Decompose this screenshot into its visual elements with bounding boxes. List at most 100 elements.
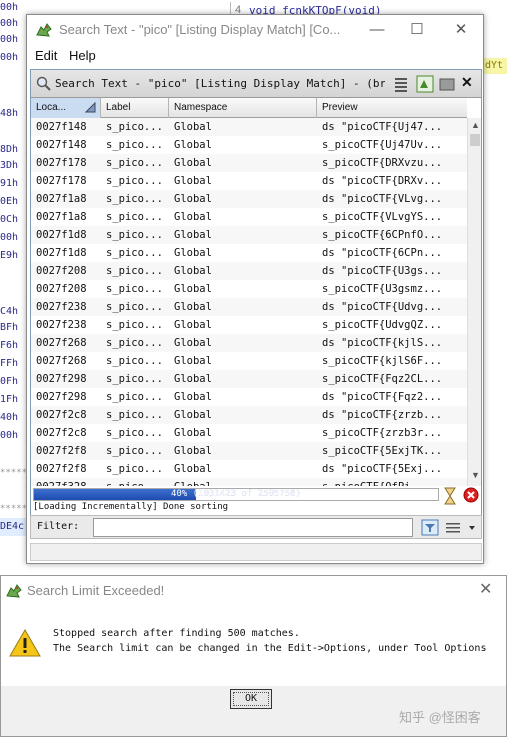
cancel-task-icon[interactable] [463, 487, 479, 503]
cell-label: s_pico... [106, 373, 163, 385]
address-fragment: 00h [0, 34, 19, 45]
cell-preview: ds "picoCTF{kjlS... [322, 337, 443, 349]
progress-status: [Loading Incrementally] Done sorting [33, 502, 229, 512]
address-fragment: 1Fh [0, 394, 19, 405]
column-label[interactable]: Label [101, 98, 169, 118]
cell-namespace: Global [174, 427, 212, 439]
window-titlebar[interactable]: Search Text - "pico" [Listing Display Ma… [27, 15, 483, 45]
cell-namespace: Global [174, 229, 212, 241]
table-row[interactable]: 0027f238 s_pico... Global s_picoCTF{UdvgQZ.… [31, 316, 467, 334]
table-row[interactable]: 0027f238 s_pico... Global ds "picoCTF{Udvg.… [31, 298, 467, 316]
panel-title: Search Text - "pico" [Listing Display Ma… [55, 77, 385, 90]
search-limit-dialog: Search Limit Exceeded! ✕ Stopped search … [0, 575, 507, 737]
dialog-message-line1: Stopped search after finding 500 matches… [53, 628, 300, 639]
column-location[interactable]: Loca... [31, 98, 101, 118]
cell-label: s_pico... [106, 247, 163, 259]
table-row[interactable]: 0027f298 s_pico... Global s_picoCTF{Fqz2CL.… [31, 370, 467, 388]
dialog-body: Stopped search after finding 500 matches… [1, 604, 506, 686]
table-row[interactable]: 0027f2c8 s_pico... Global s_picoCTF{zrzb3r.… [31, 424, 467, 442]
cell-preview: s_picoCTF{VLvgYS... [322, 211, 443, 223]
cell-location: 0027f2c8 [36, 427, 87, 439]
table-row[interactable]: 0027f298 s_pico... Global ds "picoCTF{Fqz2.… [31, 388, 467, 406]
dialog-title: Search Limit Exceeded! [27, 583, 165, 598]
cell-label: s_pico... [106, 409, 163, 421]
cell-namespace: Global [174, 355, 212, 367]
table-row[interactable]: 0027f2f8 s_pico... Global ds "picoCTF{5Exj.… [31, 460, 467, 478]
address-fragment: 3Dh [0, 160, 19, 171]
filter-settings-icon[interactable] [445, 520, 479, 535]
search-text-window: Search Text - "pico" [Listing Display Ma… [26, 14, 484, 564]
scroll-up-icon[interactable]: ▲ [471, 120, 480, 130]
cell-location: 0027f148 [36, 121, 87, 133]
table-row[interactable]: 0027f2c8 s_pico... Global ds "picoCTF{zrzb.… [31, 406, 467, 424]
table-row[interactable]: 0027f268 s_pico... Global ds "picoCTF{kjlS.… [31, 334, 467, 352]
panel-close-button[interactable]: ✕ [461, 74, 473, 91]
cell-preview: s_picoCTF{5ExjTK... [322, 445, 443, 457]
cell-location: 0027f2f8 [36, 445, 87, 457]
scrollbar-thumb[interactable] [470, 134, 480, 146]
cell-location: 0027f238 [36, 319, 87, 331]
panel-header: Search Text - "pico" [Listing Display Ma… [31, 70, 481, 98]
cell-preview: s_picoCTF{UdvgQZ... [322, 319, 443, 331]
cell-label: s_pico... [106, 463, 163, 475]
cell-label: s_pico... [106, 301, 163, 313]
address-fragment: E9h [0, 250, 19, 261]
menu-help[interactable]: Help [69, 48, 96, 63]
table-row[interactable]: 0027f1d8 s_pico... Global ds "picoCTF{6CPn.… [31, 244, 467, 262]
cell-location: 0027f1d8 [36, 247, 87, 259]
hourglass-icon [444, 487, 456, 505]
table-row[interactable]: 0027f2f8 s_pico... Global s_picoCTF{5ExjTK.… [31, 442, 467, 460]
cell-label: s_pico... [106, 319, 163, 331]
column-namespace[interactable]: Namespace [169, 98, 317, 118]
cell-preview: s_picoCTF{U3gsmz... [322, 283, 443, 295]
table-row[interactable]: 0027f148 s_pico... Global ds "picoCTF{Uj47.… [31, 118, 467, 136]
table-row[interactable]: 0027f1a8 s_pico... Global ds "picoCTF{VLvg.… [31, 190, 467, 208]
cell-namespace: Global [174, 211, 212, 223]
cell-preview: s_picoCTF{zrzb3r... [322, 427, 443, 439]
filter-label: Filter: [37, 521, 80, 532]
cell-namespace: Global [174, 373, 212, 385]
table-row[interactable]: 0027f148 s_pico... Global s_picoCTF{Uj47Uv.… [31, 136, 467, 154]
dialog-close-button[interactable]: ✕ [479, 579, 492, 599]
cell-namespace: Global [174, 319, 212, 331]
make-selection-icon[interactable] [415, 74, 435, 94]
snapshot-icon[interactable] [437, 74, 457, 94]
filter-input[interactable] [93, 518, 413, 537]
cell-label: s_pico... [106, 121, 163, 133]
cell-namespace: Global [174, 391, 212, 403]
progress-area: 40% (1031423 of 2595758) 40% (1031423 of… [31, 486, 481, 516]
cell-label: s_pico... [106, 337, 163, 349]
list-view-icon[interactable] [391, 74, 411, 94]
cell-label: s_pico... [106, 355, 163, 367]
table-row[interactable]: 0027f1d8 s_pico... Global s_picoCTF{6CPnfO.… [31, 226, 467, 244]
cell-preview: ds "picoCTF{DRXv... [322, 175, 443, 187]
cell-namespace: Global [174, 193, 212, 205]
minimize-button[interactable]: — [359, 19, 395, 41]
cell-preview: ds "picoCTF{zrzb... [322, 409, 443, 421]
address-fragment: C4h [0, 306, 19, 317]
table-row[interactable]: 0027f328s_pico...Globals_picoCTF{QfPi... [31, 478, 467, 486]
vertical-scrollbar[interactable]: ▲ ▼ [467, 118, 481, 486]
table-row[interactable]: 0027f268 s_pico... Global s_picoCTF{kjlS6F.… [31, 352, 467, 370]
cell-location: 0027f148 [36, 139, 87, 151]
menu-edit[interactable]: Edit [35, 48, 57, 63]
maximize-button[interactable]: ☐ [399, 19, 435, 41]
scroll-down-icon[interactable]: ▼ [471, 470, 480, 480]
dialog-titlebar[interactable]: Search Limit Exceeded! ✕ [1, 576, 506, 604]
address-fragment-highlight[interactable]: DE4c [0, 518, 26, 536]
table-row[interactable]: 0027f208 s_pico... Global ds "picoCTF{U3gs.… [31, 262, 467, 280]
column-location-label: Loca... [36, 102, 67, 113]
column-preview[interactable]: Preview [317, 98, 467, 118]
cell-namespace: Global [169, 478, 317, 486]
filter-options-icon[interactable] [421, 519, 439, 536]
ok-button[interactable]: OK [230, 689, 272, 709]
close-button[interactable]: ✕ [443, 19, 479, 41]
table-row[interactable]: 0027f178 s_pico... Global ds "picoCTF{DRXv.… [31, 172, 467, 190]
cell-location: 0027f1a8 [36, 193, 87, 205]
table-row[interactable]: 0027f208 s_pico... Global s_picoCTF{U3gsmz.… [31, 280, 467, 298]
table-row[interactable]: 0027f1a8 s_pico... Global s_picoCTF{VLvgYS.… [31, 208, 467, 226]
table-row[interactable]: 0027f178 s_pico... Global s_picoCTF{DRXvzu.… [31, 154, 467, 172]
cell-preview: ds "picoCTF{Fqz2... [322, 391, 443, 403]
cell-location: 0027f298 [36, 373, 87, 385]
cell-preview: ds "picoCTF{Uj47... [322, 121, 443, 133]
